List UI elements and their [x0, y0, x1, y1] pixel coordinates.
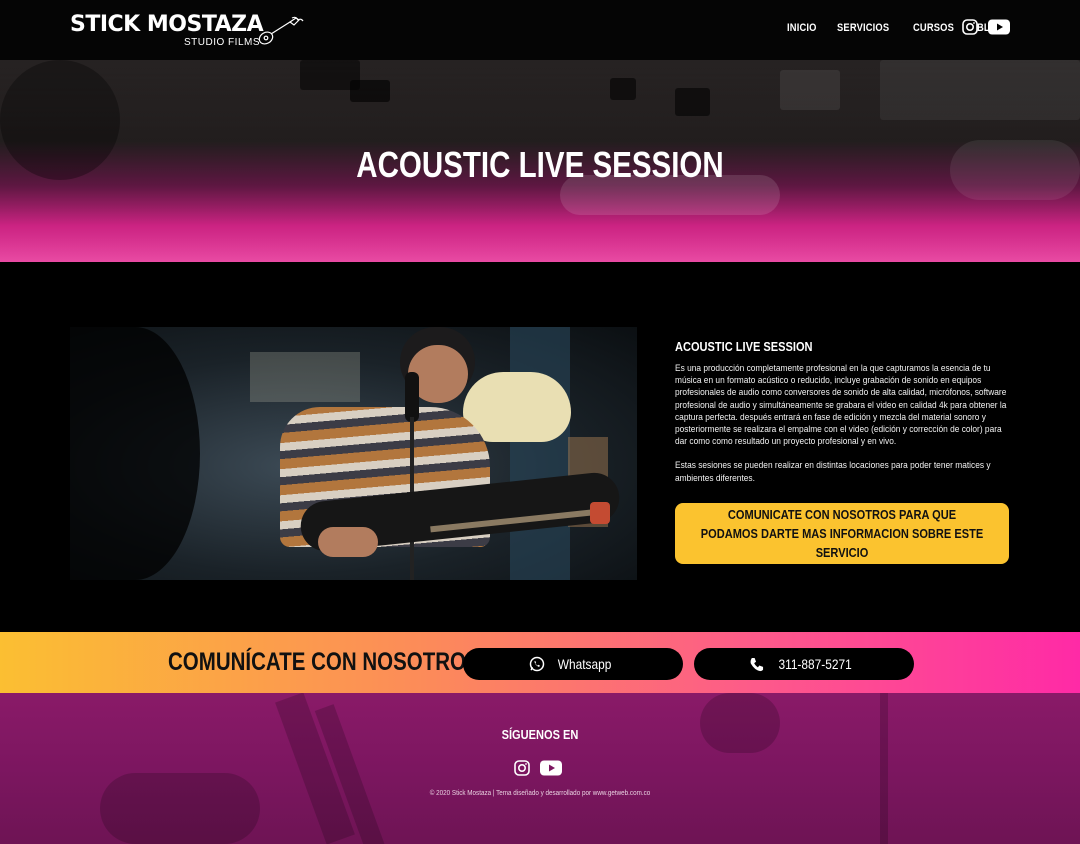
phone-icon	[750, 657, 764, 671]
contact-cta-label: COMUNICATE CON NOSOTROS PARA QUE PODAMOS…	[700, 507, 984, 560]
logo-main-text: STICK MOSTAZA	[70, 12, 264, 37]
hero-title: ACOUSTIC LIVE SESSION	[356, 144, 724, 185]
youtube-icon[interactable]	[540, 760, 562, 776]
instagram-icon[interactable]	[514, 760, 530, 776]
logo-sub-text: STUDIO FILMS	[184, 37, 261, 48]
whatsapp-button[interactable]: Whatsapp	[463, 648, 683, 680]
site-header: STICK MOSTAZA STUDIO FILMS INICIO SERVIC…	[0, 0, 1080, 60]
hero-banner: ACOUSTIC LIVE SESSION	[0, 60, 1080, 262]
logo[interactable]: STICK MOSTAZA STUDIO FILMS	[70, 12, 304, 48]
phone-button[interactable]: 311-887-5271	[694, 648, 914, 680]
whatsapp-icon	[530, 656, 545, 672]
service-description: Es una producción completamente profesio…	[675, 363, 1009, 485]
contact-title: COMUNÍCATE CON NOSOTROS	[168, 648, 480, 676]
copyright-text: © 2020 Stick Mostaza | Tema diseñado y d…	[429, 790, 651, 797]
service-paragraph-2: Estas sesiones se pueden realizar en dis…	[675, 460, 991, 484]
service-photo	[70, 327, 637, 580]
whatsapp-label: Whatsapp	[558, 656, 612, 672]
service-paragraph-1: Es una producción completamente profesio…	[675, 363, 1007, 448]
contact-band: COMUNÍCATE CON NOSOTROS Whatsapp 311-887…	[0, 632, 1080, 693]
service-title: ACOUSTIC LIVE SESSION	[675, 339, 813, 354]
header-social	[962, 19, 1010, 35]
footer-social	[514, 760, 562, 776]
follow-us-heading: SÍGUENOS EN	[501, 727, 579, 742]
youtube-icon[interactable]	[988, 19, 1010, 35]
nav-cursos[interactable]: CURSOS	[913, 22, 954, 34]
site-footer: SÍGUENOS EN © 2020 Stick Mostaza | Tema …	[0, 693, 1080, 844]
phone-label: 311-887-5271	[778, 656, 853, 672]
nav-servicios[interactable]: SERVICIOS	[837, 22, 889, 34]
guitar-icon	[258, 16, 304, 45]
contact-cta-button[interactable]: COMUNICATE CON NOSOTROS PARA QUE PODAMOS…	[675, 503, 1009, 564]
service-section: ACOUSTIC LIVE SESSION Es una producción …	[0, 262, 1080, 632]
nav-inicio[interactable]: INICIO	[787, 22, 817, 34]
instagram-icon[interactable]	[962, 19, 978, 35]
